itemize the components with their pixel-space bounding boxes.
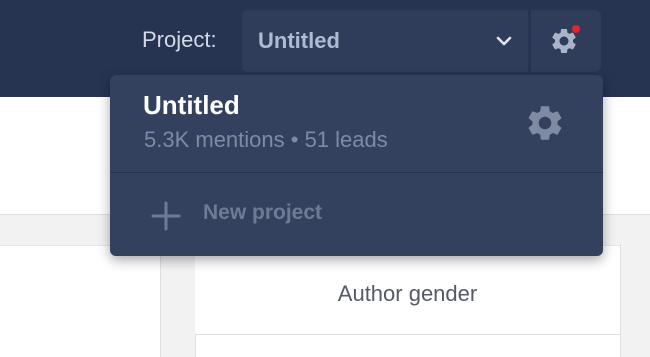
project-label: Project: xyxy=(142,27,217,52)
column-header-label: Author gender xyxy=(337,281,478,306)
right-gutter xyxy=(620,244,650,357)
dropdown-project-item[interactable]: Untitled 5.3K mentions • 51 leads xyxy=(110,75,603,172)
project-stats: 5.3K mentions • 51 leads xyxy=(144,127,388,152)
project-selector[interactable]: Untitled xyxy=(242,10,528,72)
table-column-header[interactable]: Author gender xyxy=(195,250,620,335)
chevron-down-icon xyxy=(496,36,512,46)
project-name: Untitled xyxy=(143,90,240,120)
selected-project-name: Untitled xyxy=(258,28,340,53)
new-project-label: New project xyxy=(203,201,323,224)
project-dropdown: Untitled 5.3K mentions • 51 leads New pr… xyxy=(110,75,603,256)
notification-dot xyxy=(572,25,580,33)
plus-icon xyxy=(151,201,181,231)
new-project-button[interactable]: New project xyxy=(110,173,603,256)
project-settings-button[interactable] xyxy=(531,10,601,72)
column-divider xyxy=(160,244,196,357)
gear-icon[interactable] xyxy=(524,102,566,144)
